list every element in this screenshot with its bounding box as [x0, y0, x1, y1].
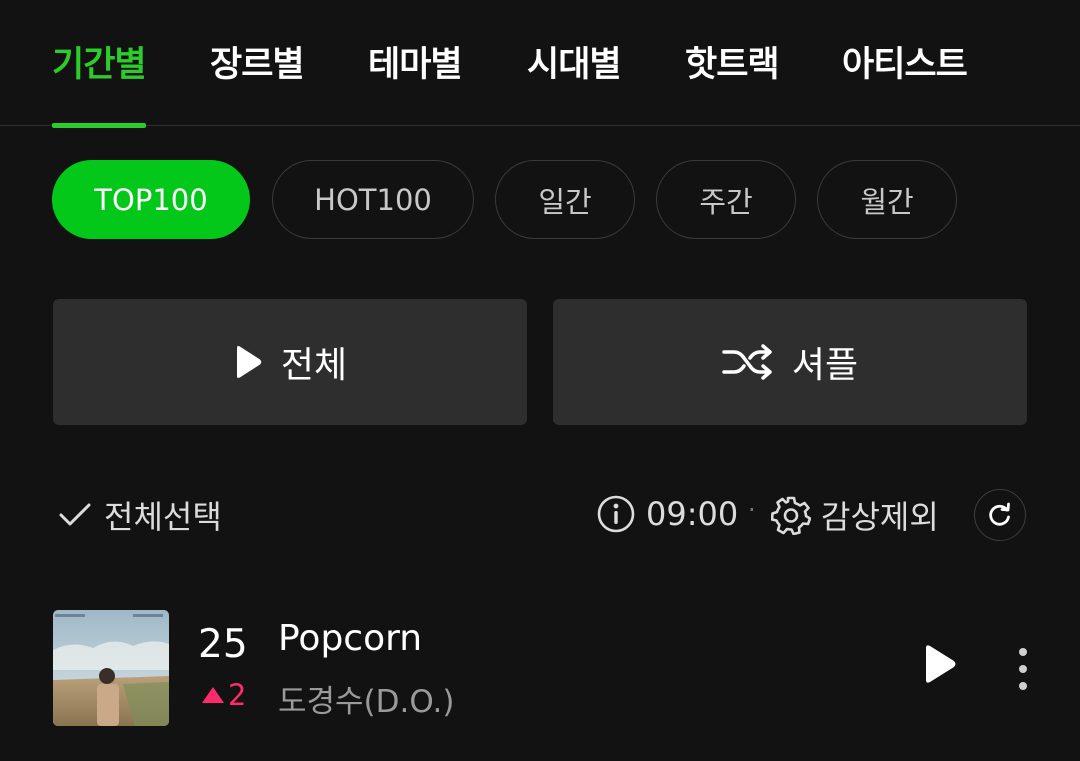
refresh-button[interactable] [974, 489, 1026, 541]
more-options-button[interactable] [1010, 646, 1036, 694]
tab-artist-label: 아티스트 [842, 45, 968, 85]
play-all-label: 전체 [280, 345, 348, 386]
chip-weekly-label: 주간 [699, 184, 753, 219]
chip-top100-label: TOP100 [94, 182, 208, 217]
play-icon [233, 345, 263, 379]
song-title[interactable]: Popcorn [278, 618, 422, 659]
rank-number: 25 [198, 622, 248, 667]
shuffle-label: 셔플 [791, 345, 859, 386]
chip-hot100-label: HOT100 [314, 182, 432, 217]
tab-hot-track[interactable]: 핫트랙 [685, 36, 780, 126]
rank-up-icon [202, 687, 224, 703]
tab-hot-track-label: 핫트랙 [685, 45, 780, 85]
album-cover-image[interactable] [53, 610, 169, 726]
exclude-listening-button[interactable]: 감상제외 [771, 492, 939, 538]
chip-top100[interactable]: TOP100 [52, 160, 250, 239]
tab-artist[interactable]: 아티스트 [842, 36, 968, 126]
check-icon [58, 501, 92, 529]
tab-period-label: 기간별 [52, 45, 147, 85]
category-tab-bar: 기간별 장르별 테마별 시대별 핫트랙 아티스트 [0, 0, 1080, 128]
chip-daily[interactable]: 일간 [495, 160, 635, 239]
play-all-button[interactable]: 전체 [53, 299, 527, 425]
update-time-value: 09:00 [646, 495, 739, 533]
tab-genre-label: 장르별 [210, 45, 305, 85]
chart-update-time[interactable]: 09:00 [596, 494, 738, 534]
chip-weekly[interactable]: 주간 [656, 160, 796, 239]
gear-icon [771, 495, 811, 535]
shuffle-icon [722, 344, 774, 380]
chip-monthly[interactable]: 월간 [817, 160, 957, 239]
exclude-listening-label: 감상제외 [821, 498, 939, 536]
tab-era[interactable]: 시대별 [527, 36, 622, 126]
chart-toolbar: 전체선택 09:00 · 감상제외 [0, 486, 1080, 546]
chart-row[interactable]: 25 2 Popcorn 도경수(D.O.) [0, 600, 1080, 740]
info-icon [596, 494, 636, 534]
play-song-button[interactable] [922, 644, 962, 688]
play-icon [922, 644, 958, 684]
active-tab-indicator [52, 123, 146, 128]
select-all-button[interactable]: 전체선택 [58, 492, 222, 538]
tab-period[interactable]: 기간별 [52, 36, 147, 128]
chip-hot100[interactable]: HOT100 [272, 160, 474, 239]
tab-theme-label: 테마별 [368, 45, 463, 85]
more-vertical-icon [1010, 646, 1036, 694]
shuffle-button[interactable]: 셔플 [553, 299, 1027, 425]
tab-genre[interactable]: 장르별 [210, 36, 305, 126]
refresh-icon [987, 502, 1013, 528]
tab-era-label: 시대별 [527, 45, 622, 85]
separator-dot: · [748, 496, 756, 524]
select-all-label: 전체선택 [104, 498, 222, 536]
song-artist[interactable]: 도경수(D.O.) [278, 676, 454, 721]
tab-theme[interactable]: 테마별 [368, 36, 463, 126]
chip-daily-label: 일간 [538, 184, 592, 219]
chip-monthly-label: 월간 [860, 184, 914, 219]
rank-change: 2 [202, 678, 246, 712]
rank-change-value: 2 [228, 678, 247, 712]
